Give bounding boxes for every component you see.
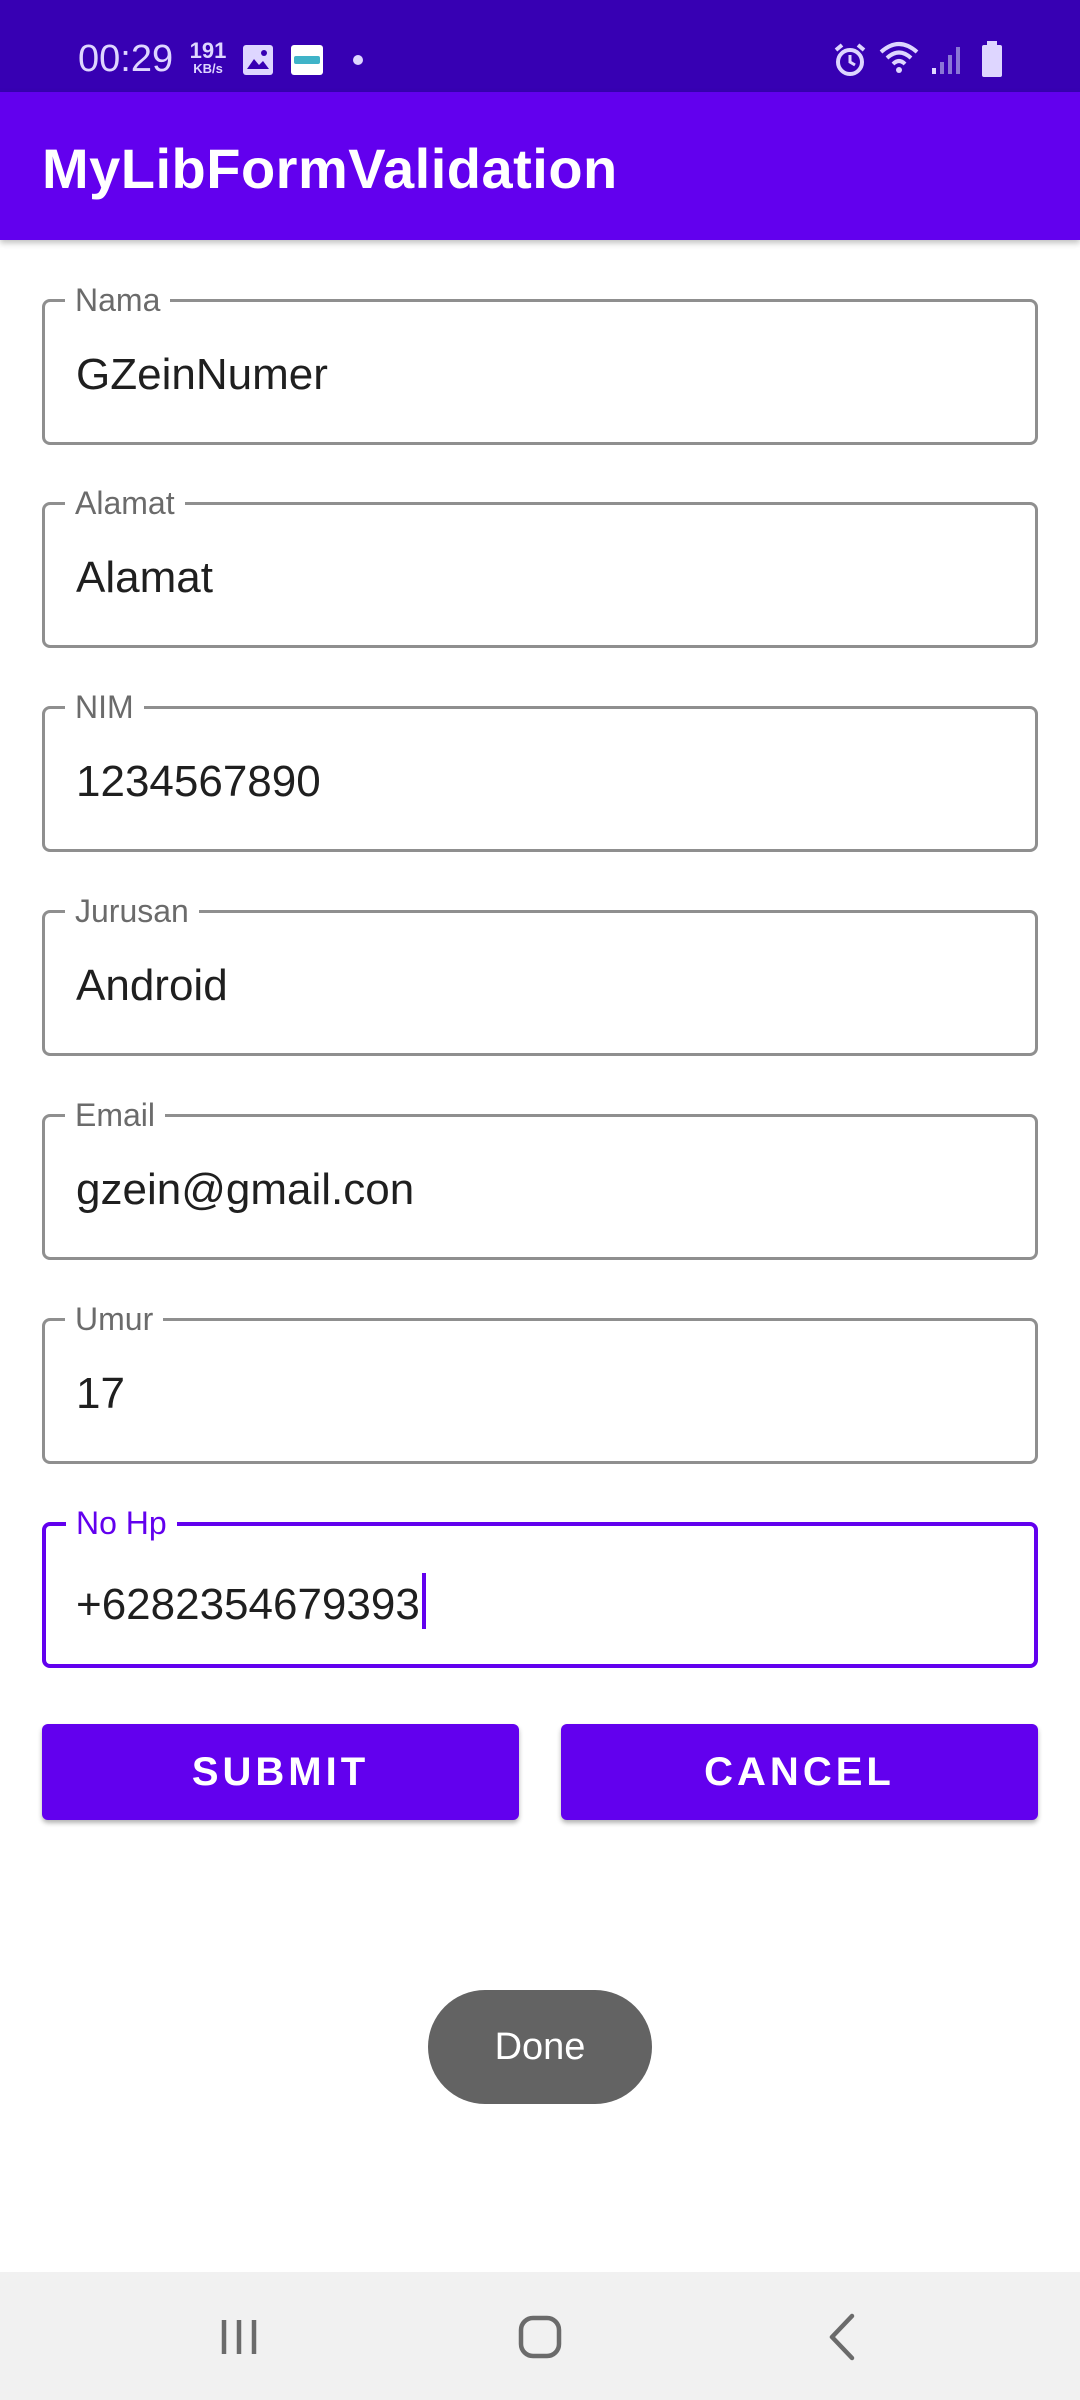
nim-label: NIM [65, 689, 144, 725]
nama-label: Nama [65, 282, 171, 318]
navigation-bar [0, 2272, 1080, 2400]
network-speed-value: 191 [189, 38, 227, 63]
jurusan-field[interactable]: Jurusan Android [42, 893, 1038, 1056]
app-notification-icon [291, 45, 323, 75]
jurusan-value: Android [76, 961, 228, 1010]
toast: Done [428, 1990, 652, 2104]
jurusan-label: Jurusan [65, 893, 199, 929]
battery-icon [982, 41, 1002, 77]
status-bar: 00:29 191 KB/s [0, 0, 1080, 92]
umur-field[interactable]: Umur 17 [42, 1301, 1038, 1464]
nama-value: GZeinNumer [76, 350, 328, 399]
umur-value: 17 [76, 1369, 125, 1418]
no-hp-value: +6282354679393 [76, 1580, 420, 1629]
no-hp-value-wrap: +6282354679393 [76, 1573, 426, 1630]
network-speed: 191 KB/s [186, 38, 230, 76]
toast-text: Done [494, 2026, 586, 2068]
alamat-field[interactable]: Alamat Alamat [42, 485, 1038, 648]
nim-value: 1234567890 [76, 757, 321, 806]
gallery-icon [243, 45, 273, 75]
text-cursor [421, 1573, 426, 1629]
umur-label: Umur [65, 1301, 164, 1337]
alamat-value: Alamat [76, 553, 213, 602]
no-hp-label: No Hp [66, 1505, 177, 1541]
cancel-button[interactable]: CANCEL [561, 1724, 1038, 1820]
network-speed-unit: KB/s [193, 61, 223, 76]
back-icon[interactable] [808, 2302, 878, 2372]
signal-icon [932, 47, 960, 74]
alarm-icon [834, 43, 866, 76]
email-field[interactable]: Email gzein@gmail.con [42, 1097, 1038, 1260]
home-icon[interactable] [505, 2302, 575, 2372]
email-label: Email [65, 1097, 166, 1133]
app-bar: MyLibFormValidation [0, 92, 1080, 240]
email-value: gzein@gmail.con [76, 1165, 415, 1214]
submit-button-label: SUBMIT [191, 1750, 370, 1794]
status-time: 00:29 [78, 38, 174, 80]
alamat-label: Alamat [65, 485, 185, 521]
cancel-button-label: CANCEL [704, 1750, 895, 1794]
nama-field[interactable]: Nama GZeinNumer [42, 282, 1038, 445]
wifi-icon [879, 42, 919, 73]
no-hp-field[interactable]: No Hp +6282354679393 [42, 1505, 1038, 1668]
recents-icon[interactable] [204, 2302, 274, 2372]
nim-field[interactable]: NIM 1234567890 [42, 689, 1038, 852]
app-title: MyLibFormValidation [42, 137, 618, 200]
submit-button[interactable]: SUBMIT [42, 1724, 519, 1820]
dot-icon [353, 55, 363, 65]
